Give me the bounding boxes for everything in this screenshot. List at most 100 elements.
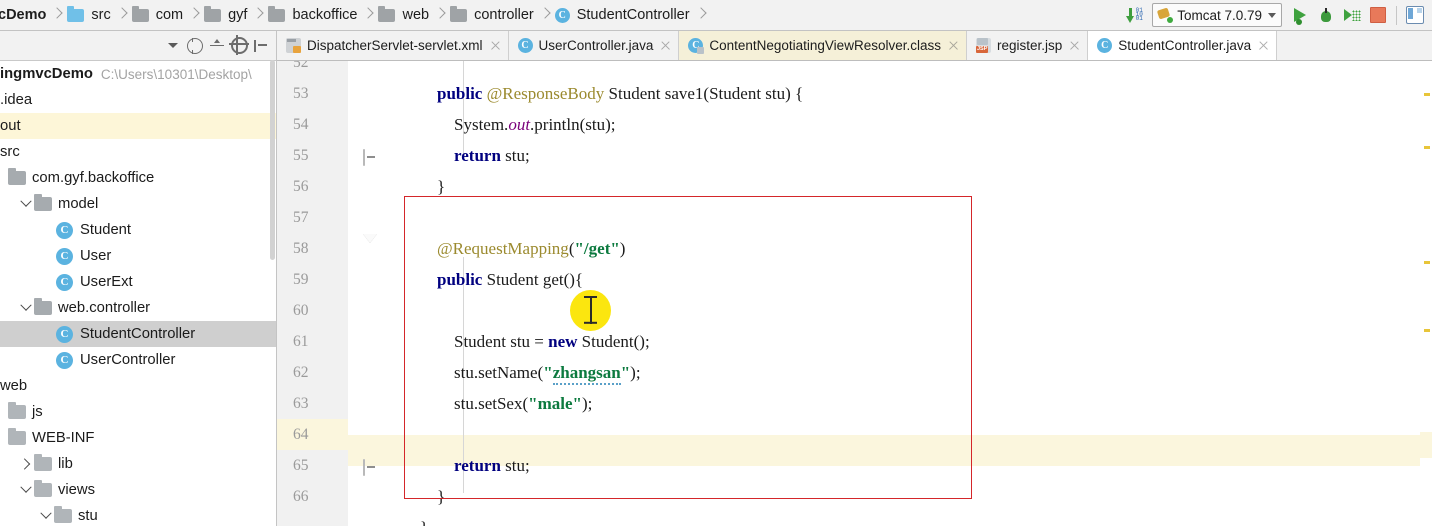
tree-item-studentcontroller[interactable]: C StudentController bbox=[0, 321, 276, 347]
restore-layout-button[interactable] bbox=[1402, 3, 1428, 27]
run-button[interactable] bbox=[1287, 3, 1313, 27]
scrollbar-thumb[interactable] bbox=[270, 60, 275, 260]
java-class-icon: C bbox=[1097, 38, 1113, 53]
run-configuration-selector[interactable]: Tomcat 7.0.79 bbox=[1152, 3, 1282, 27]
warning-marker[interactable] bbox=[1424, 329, 1430, 332]
code-line-57[interactable]: @RequestMapping("/get") bbox=[348, 202, 1432, 258]
chevron-right-icon[interactable] bbox=[18, 451, 34, 477]
project-panel-scrollbar[interactable] bbox=[269, 60, 276, 526]
jsp-file-icon bbox=[975, 38, 991, 53]
code-line-61[interactable]: stu.setName("zhangsan"); bbox=[348, 326, 1432, 385]
code-line-58[interactable]: public Student get(){ bbox=[348, 233, 1432, 289]
warning-marker[interactable] bbox=[1424, 93, 1430, 96]
update-application-button[interactable]: 01 10 01 bbox=[1121, 3, 1147, 27]
run-with-coverage-button[interactable] bbox=[1339, 3, 1365, 27]
tree-item-src[interactable]: src bbox=[0, 139, 276, 165]
tree-item-userext[interactable]: C UserExt bbox=[0, 269, 276, 295]
code-line-53[interactable]: System.out.println(stu); bbox=[348, 78, 1432, 134]
chevron-down-icon[interactable] bbox=[38, 503, 54, 526]
code-line-59[interactable] bbox=[348, 264, 1432, 295]
code-line-52[interactable]: public @ResponseBody Student save1(Stude… bbox=[348, 61, 1432, 103]
chevron-down-icon[interactable] bbox=[18, 191, 34, 217]
close-icon[interactable] bbox=[490, 40, 501, 51]
editor-marker-strip[interactable] bbox=[1420, 61, 1432, 526]
tab-contentnegotiatingviewresolver-class[interactable]: C ContentNegotiatingViewResolver.class bbox=[679, 31, 967, 60]
breadcrumb-label: cDemo bbox=[0, 7, 47, 23]
tree-item-label: web bbox=[0, 378, 28, 394]
close-icon[interactable] bbox=[948, 40, 959, 51]
tab-usercontroller-java[interactable]: C UserController.java bbox=[509, 31, 680, 60]
code-line-60[interactable]: Student stu = new Student(); bbox=[348, 295, 1432, 351]
debug-button[interactable] bbox=[1313, 3, 1339, 27]
close-icon[interactable] bbox=[660, 40, 671, 51]
tree-item-label: WEB-INF bbox=[32, 430, 95, 446]
tree-item-web-controller[interactable]: web.controller bbox=[0, 295, 276, 321]
tree-item-web[interactable]: web bbox=[0, 373, 276, 399]
stop-button[interactable] bbox=[1365, 3, 1391, 27]
restore-layout-icon bbox=[1406, 6, 1424, 24]
close-icon[interactable] bbox=[1258, 40, 1269, 51]
breadcrumb-item-controller[interactable]: controller bbox=[450, 0, 536, 31]
code-line-66[interactable]: } bbox=[348, 481, 1432, 526]
tree-item-idea[interactable]: .idea bbox=[0, 87, 276, 113]
tree-item-lib[interactable]: lib bbox=[0, 451, 276, 477]
tree-item-student[interactable]: C Student bbox=[0, 217, 276, 243]
tab-studentcontroller-java[interactable]: C StudentController.java bbox=[1088, 31, 1278, 60]
breadcrumb-item-project[interactable]: cDemo bbox=[0, 0, 48, 31]
view-options-dropdown[interactable] bbox=[162, 35, 184, 57]
warning-marker[interactable] bbox=[1424, 261, 1430, 264]
chevron-down-icon[interactable] bbox=[1268, 12, 1276, 18]
warning-marker[interactable] bbox=[1424, 146, 1430, 149]
code-line-64[interactable]: return stu; bbox=[348, 419, 1432, 475]
line-number: 66 bbox=[293, 488, 309, 505]
breadcrumb-item-studentcontroller[interactable]: C StudentController bbox=[554, 0, 692, 31]
expand-all-button[interactable] bbox=[206, 35, 228, 57]
code-line-55[interactable]: } bbox=[348, 140, 1432, 196]
hide-panel-button[interactable] bbox=[250, 35, 272, 57]
tree-item-user[interactable]: C User bbox=[0, 243, 276, 269]
line-number: 52 bbox=[293, 61, 309, 71]
tree-item-project-root[interactable]: ingmvcDemo C:\Users\10301\Desktop\ bbox=[0, 61, 276, 87]
code-text-area[interactable]: public @ResponseBody Student save1(Stude… bbox=[348, 61, 1432, 526]
hide-panel-icon bbox=[254, 39, 268, 53]
tree-item-js[interactable]: js bbox=[0, 399, 276, 425]
breadcrumb-label: backoffice bbox=[292, 7, 358, 23]
settings-button[interactable] bbox=[228, 35, 250, 57]
breadcrumb-item-src[interactable]: src bbox=[67, 0, 112, 31]
tree-item-com-gyf-backoffice[interactable]: com.gyf.backoffice bbox=[0, 165, 276, 191]
tree-item-usercontroller[interactable]: C UserController bbox=[0, 347, 276, 373]
line-number: 61 bbox=[293, 333, 309, 350]
tree-item-label: .idea bbox=[0, 92, 33, 108]
breadcrumb-item-com[interactable]: com bbox=[131, 0, 185, 31]
compiled-class-icon: C bbox=[688, 38, 705, 54]
breadcrumb-separator-icon bbox=[695, 0, 708, 31]
tree-item-views[interactable]: views bbox=[0, 477, 276, 503]
chevron-down-icon[interactable] bbox=[18, 295, 34, 321]
tree-item-web-inf[interactable]: WEB-INF bbox=[0, 425, 276, 451]
tree-item-out[interactable]: out bbox=[0, 113, 276, 139]
code-line-56[interactable] bbox=[348, 171, 1432, 202]
binary-bits-icon: 01 10 01 bbox=[1135, 7, 1143, 22]
folder-icon bbox=[34, 194, 52, 211]
close-icon[interactable] bbox=[1069, 40, 1080, 51]
breadcrumb-item-gyf[interactable]: gyf bbox=[204, 0, 249, 31]
breadcrumb-item-backoffice[interactable]: backoffice bbox=[268, 0, 359, 31]
tab-register-jsp[interactable]: register.jsp bbox=[967, 31, 1089, 60]
project-panel-toolbar bbox=[0, 31, 276, 61]
tree-item-model[interactable]: model bbox=[0, 191, 276, 217]
collapse-all-button[interactable] bbox=[184, 35, 206, 57]
editor-gutter[interactable]: 52 53 54 55 56 57 58 59 60 61 62 63 64 6… bbox=[277, 61, 348, 526]
code-line-62[interactable]: stu.setSex("male"); bbox=[348, 357, 1432, 413]
code-line-63[interactable] bbox=[348, 388, 1432, 419]
chevron-down-icon[interactable] bbox=[18, 477, 34, 503]
tree-item-stu[interactable]: stu bbox=[0, 503, 276, 526]
breadcrumb-separator-icon bbox=[539, 0, 552, 31]
code-line-54[interactable]: return stu; bbox=[348, 109, 1432, 165]
code-editor[interactable]: 52 53 54 55 56 57 58 59 60 61 62 63 64 6… bbox=[277, 61, 1432, 526]
tree-item-label: js bbox=[32, 404, 43, 420]
breadcrumb-item-web[interactable]: web bbox=[378, 0, 431, 31]
tab-dispatcherservlet-servlet-xml[interactable]: DispatcherServlet-servlet.xml bbox=[277, 31, 509, 60]
current-line-marker[interactable] bbox=[1420, 432, 1432, 458]
code-line-65[interactable]: } bbox=[348, 450, 1432, 506]
run-icon bbox=[1294, 8, 1306, 25]
